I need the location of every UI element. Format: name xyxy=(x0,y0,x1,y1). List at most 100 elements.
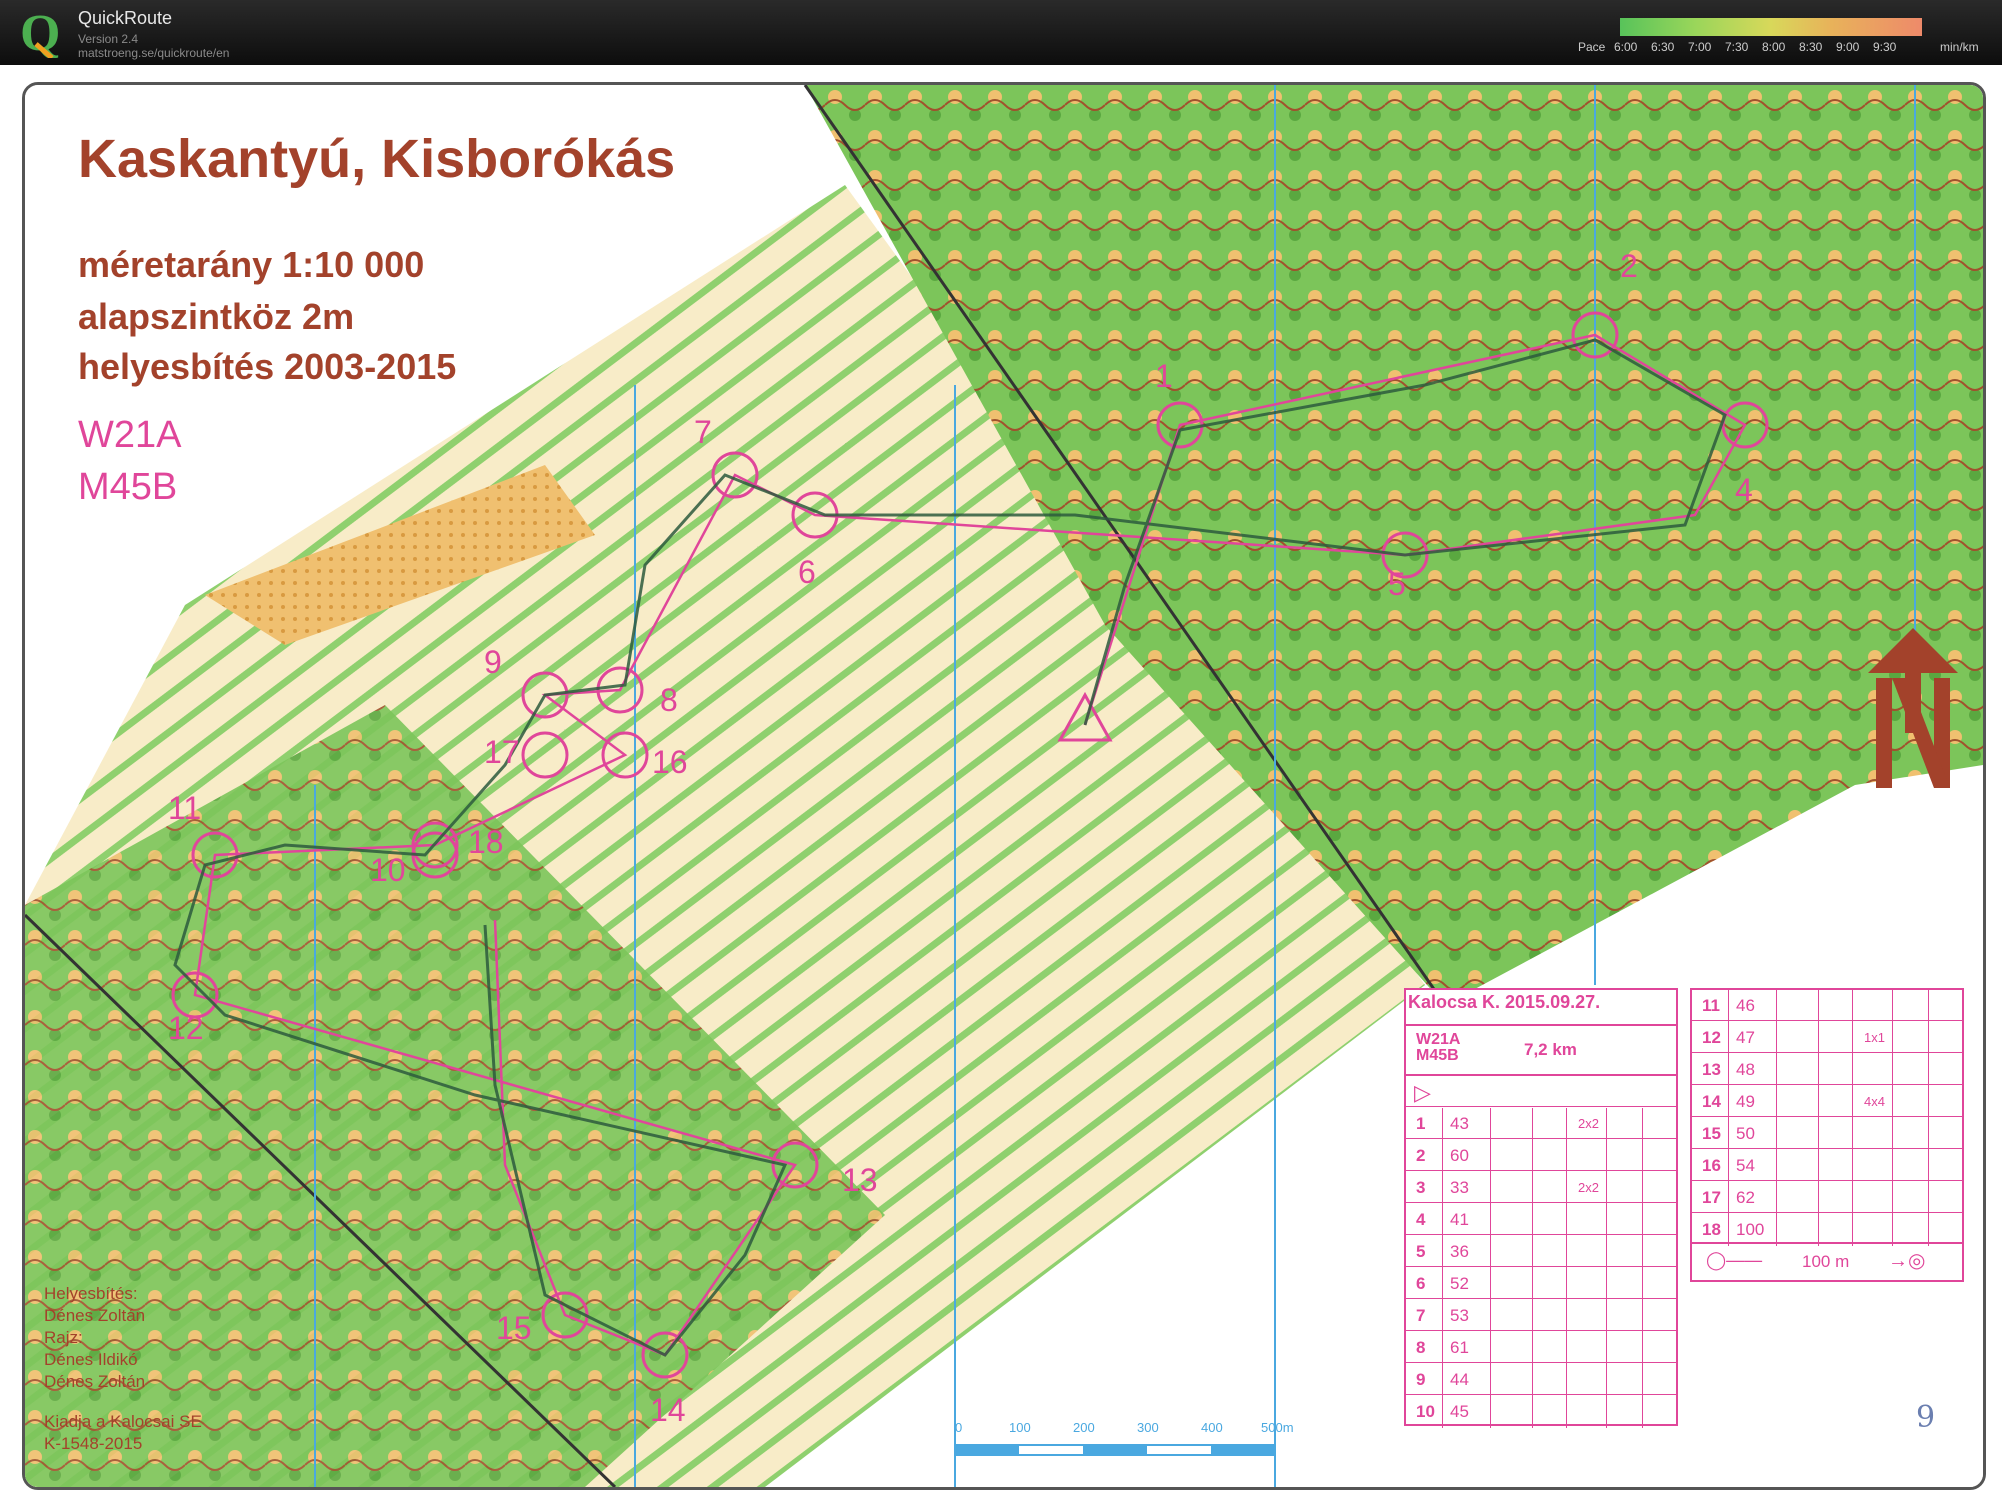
app-header: Q QuickRoute Version 2.4 matstroeng.se/q… xyxy=(0,0,2002,65)
control-number[interactable]: 16 xyxy=(652,744,688,781)
credit-line: Dénes Ildikó xyxy=(44,1350,138,1369)
control-seq: 15 xyxy=(1702,1124,1721,1143)
scale-label: 0 xyxy=(955,1420,963,1435)
control-code: 41 xyxy=(1450,1210,1469,1229)
description-classes: W21A M45B xyxy=(1416,1031,1460,1064)
control-number[interactable]: 7 xyxy=(694,414,712,451)
control-number[interactable]: 6 xyxy=(798,554,816,591)
finish-distance: 100 m xyxy=(1802,1252,1850,1271)
row-divider xyxy=(1692,1116,1962,1117)
control-code: 43 xyxy=(1450,1114,1469,1133)
control-code: 49 xyxy=(1736,1092,1755,1111)
column-divider xyxy=(1642,1108,1643,1428)
control-number[interactable]: 13 xyxy=(842,1162,878,1199)
column-divider xyxy=(1606,1108,1607,1428)
pace-label: Pace xyxy=(1578,40,1606,54)
control-dimension: 2x2 xyxy=(1578,1116,1599,1131)
control-seq: 13 xyxy=(1702,1060,1721,1079)
control-number[interactable]: 17 xyxy=(484,734,520,771)
control-number[interactable]: 18 xyxy=(468,824,504,861)
control-number[interactable]: 2 xyxy=(1620,248,1638,285)
column-divider xyxy=(1728,990,1729,1246)
column-divider xyxy=(1532,1108,1533,1428)
control-code: 54 xyxy=(1736,1156,1755,1175)
class-m45b: M45B xyxy=(78,466,178,508)
column-divider xyxy=(1490,1108,1491,1428)
scale-label: 100 xyxy=(1009,1420,1031,1435)
map-title: Kaskantyú, Kisborókás xyxy=(78,129,676,189)
control-number[interactable]: 1 xyxy=(1155,358,1173,395)
column-divider xyxy=(1818,990,1819,1246)
control-seq: 1 xyxy=(1416,1114,1426,1133)
control-number[interactable]: 5 xyxy=(1388,566,1406,603)
scale-label: 400 xyxy=(1201,1420,1223,1435)
control-seq: 12 xyxy=(1702,1028,1721,1047)
control-number[interactable]: 12 xyxy=(168,1010,204,1047)
column-divider xyxy=(1928,990,1929,1246)
control-seq: 14 xyxy=(1702,1092,1721,1111)
control-seq: 8 xyxy=(1416,1338,1426,1357)
publisher-line: Kiadja a Kalocsai SE xyxy=(44,1412,202,1431)
control-code: 48 xyxy=(1736,1060,1755,1079)
class-w21a: W21A xyxy=(78,414,182,456)
control-seq: 17 xyxy=(1702,1188,1721,1207)
row-divider xyxy=(1406,1266,1676,1267)
pace-tick: 9:00 xyxy=(1836,40,1860,54)
pace-tick: 7:30 xyxy=(1725,40,1749,54)
credit-line: Helyesbítés: xyxy=(44,1284,138,1303)
credit-line: Dénes Zoltán xyxy=(44,1306,146,1325)
control-seq: 2 xyxy=(1416,1146,1426,1165)
control-code: 53 xyxy=(1450,1306,1469,1325)
control-code: 61 xyxy=(1450,1338,1469,1357)
control-seq: 5 xyxy=(1416,1242,1426,1261)
column-divider xyxy=(1892,990,1893,1246)
column-divider xyxy=(1852,990,1853,1246)
start-triangle-icon: ▷ xyxy=(1414,1080,1431,1105)
app-version: Version 2.4 xyxy=(78,32,139,46)
control-code: 47 xyxy=(1736,1028,1755,1047)
scale-label: 500m xyxy=(1261,1420,1294,1435)
control-seq: 9 xyxy=(1416,1370,1426,1389)
map-revision: helyesbítés 2003-2015 xyxy=(78,346,457,387)
control-number[interactable]: 14 xyxy=(650,1392,686,1429)
row-divider xyxy=(1406,1106,1676,1107)
pace-tick: 6:30 xyxy=(1651,40,1675,54)
credit-line: Rajz: xyxy=(44,1328,83,1347)
app-url[interactable]: matstroeng.se/quickroute/en xyxy=(78,46,229,60)
scale-label: 300 xyxy=(1137,1420,1159,1435)
control-dimension: 2x2 xyxy=(1578,1180,1599,1195)
finish-arrow-icon: →◎ xyxy=(1888,1250,1926,1272)
control-seq: 10 xyxy=(1416,1402,1435,1421)
pace-color-scale xyxy=(1620,18,1922,36)
control-code: 100 xyxy=(1736,1220,1765,1239)
row-divider xyxy=(1406,1202,1676,1203)
control-number[interactable]: 4 xyxy=(1735,472,1753,509)
control-seq: 11 xyxy=(1702,996,1720,1015)
row-divider xyxy=(1692,1148,1962,1149)
control-number[interactable]: 8 xyxy=(660,682,678,719)
row-divider xyxy=(1406,1138,1676,1139)
corner-mark: 9 xyxy=(1916,1400,1936,1435)
row-divider xyxy=(1692,1052,1962,1053)
control-number[interactable]: 11 xyxy=(168,790,201,827)
control-code: 52 xyxy=(1450,1274,1469,1293)
control-number[interactable]: 15 xyxy=(496,1310,532,1347)
control-description-sheet-2: 11 46 12 47 1x1 13 48 14 49 4x4 15 50 16 54 17 62 18 100 … xyxy=(1690,988,1964,1282)
row-divider xyxy=(1406,1298,1676,1299)
column-divider xyxy=(1776,990,1777,1246)
row-divider xyxy=(1692,1212,1962,1213)
pace-tick: 9:30 xyxy=(1873,40,1897,54)
app-name: QuickRoute xyxy=(78,8,173,28)
control-number[interactable]: 10 xyxy=(370,852,406,889)
column-divider xyxy=(1566,1108,1567,1428)
control-number[interactable]: 9 xyxy=(484,644,502,681)
description-event: Kalocsa K. 2015.09.27. xyxy=(1408,992,1601,1012)
control-code: 36 xyxy=(1450,1242,1469,1261)
control-seq: 18 xyxy=(1702,1220,1721,1239)
control-seq: 7 xyxy=(1416,1306,1426,1325)
row-divider xyxy=(1406,1170,1676,1171)
pace-tick: 7:00 xyxy=(1688,40,1712,54)
scale-bar-labels: 0 100 200 300 400 500m xyxy=(955,1420,1294,1456)
control-code: 60 xyxy=(1450,1146,1469,1165)
finish-icon: ◯—— xyxy=(1706,1250,1763,1270)
